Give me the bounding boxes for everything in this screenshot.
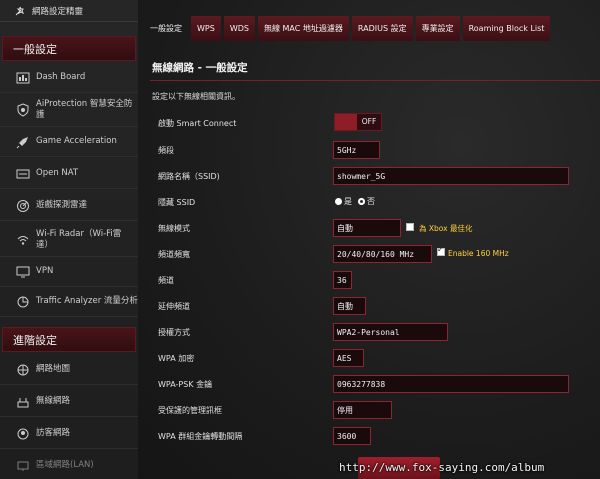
ext-channel-select[interactable]: 自動 [333, 297, 366, 315]
sidebar-item-label: 訪客網路 [36, 428, 71, 438]
main-panel: 一般設定 WPS WDS 無線 MAC 地址過濾器 RADIUS 設定 專業設定… [138, 0, 600, 479]
setup-wizard-label: 網路設定精靈 [32, 6, 84, 17]
tab-mac-filter[interactable]: 無線 MAC 地址過濾器 [257, 16, 349, 41]
vpn-icon [16, 266, 30, 277]
wireless-mode-select[interactable]: 自動 [333, 219, 401, 237]
sidebar-item-network-map[interactable]: 網路地圖 [0, 355, 138, 385]
sidebar-item-wifi-radar[interactable]: Wi-Fi Radar（Wi-Fi雷 達） [0, 223, 138, 257]
sidebar-item-label: Game Acceleration [36, 136, 117, 146]
dashboard-icon [16, 72, 30, 83]
group-key-interval-input[interactable]: 3600 [333, 427, 371, 445]
hide-ssid-no-radio[interactable]: 否 [358, 196, 375, 207]
traffic-icon [17, 296, 29, 307]
sidebar-item-lan[interactable]: 區域網路(LAN) [0, 451, 138, 479]
toggle-knob [335, 114, 357, 130]
sidebar-item-label: AiProtection 智慧安全防 護 [36, 98, 133, 120]
wireless-icon [17, 397, 29, 407]
wpa-psk-label: WPA-PSK 金鑰 [158, 380, 213, 389]
wpa-encryption-label: WPA 加密 [158, 354, 195, 363]
title-divider [150, 80, 600, 81]
watermark-url: http://www.fox-saying.com/album [339, 461, 545, 474]
sidebar-item-label: Open NAT [36, 168, 79, 178]
page-description: 設定以下無線相關資訊。 [152, 92, 240, 101]
nat-icon [16, 169, 30, 178]
radio-dot [335, 198, 342, 205]
channel-select[interactable]: 36 [333, 271, 352, 289]
sidebar-item-label: VPN [36, 266, 54, 276]
band-label: 頻段 [158, 146, 174, 155]
channel-label: 頻道 [158, 276, 174, 285]
toggle-state: OFF [361, 117, 377, 126]
sidebar-item-dashboard[interactable]: Dash Board [0, 63, 138, 93]
guest-network-icon [17, 428, 29, 439]
tab-bar: 一般設定 WPS WDS 無線 MAC 地址過濾器 RADIUS 設定 專業設定… [146, 16, 553, 41]
rocket-icon [16, 136, 28, 148]
tab-professional[interactable]: 專業設定 [415, 16, 460, 41]
ext-channel-label: 延伸頻道 [158, 302, 190, 311]
hide-ssid-yes-label: 是 [344, 197, 352, 206]
section-general-header: 一般設定 [2, 36, 136, 61]
auth-method-select[interactable]: WPA2-Personal [333, 323, 448, 341]
shield-icon [17, 102, 29, 117]
sidebar-item-traffic-analyzer[interactable]: Traffic Analyzer 流量分析 [0, 287, 138, 317]
ssid-label: 網路名稱（SSID) [158, 172, 220, 181]
hide-ssid-label: 隱藏 SSID [158, 198, 196, 207]
tab-roaming-block-list[interactable]: Roaming Block List [462, 16, 551, 41]
auth-method-label: 授權方式 [158, 328, 190, 337]
section-advanced-header: 進階設定 [2, 327, 136, 352]
wireless-mode-label: 無線模式 [158, 224, 190, 233]
tab-wps[interactable]: WPS [191, 16, 221, 41]
lan-icon [17, 461, 29, 471]
smart-connect-toggle[interactable]: OFF [334, 113, 382, 131]
sidebar: 網路設定精靈 一般設定 Dash Board AiProtection 智慧安全… [0, 0, 138, 479]
wpa-encryption-select[interactable]: AES [333, 349, 364, 367]
band-select[interactable]: 5GHz [333, 141, 380, 159]
network-map-icon [17, 364, 29, 375]
radar-icon [17, 199, 29, 212]
wifi-radar-icon [17, 235, 29, 245]
sidebar-item-vpn[interactable]: VPN [0, 257, 138, 287]
smart-connect-label: 啟動 Smart Connect [158, 119, 237, 128]
tab-radius[interactable]: RADIUS 設定 [351, 16, 413, 41]
tab-wds[interactable]: WDS [223, 16, 255, 41]
sidebar-item-label: 區域網路(LAN) [36, 460, 94, 470]
pmf-select[interactable]: 停用 [333, 401, 392, 419]
sidebar-item-label: Wi-Fi Radar（Wi-Fi雷 達） [36, 228, 122, 250]
enable-160mhz-checkbox[interactable] [437, 245, 445, 256]
xbox-optimize-label: 為 Xbox 最佳化 [419, 224, 473, 233]
wpa-psk-input[interactable]: 0963277838 [333, 375, 569, 393]
page-title: 無線網路 - 一般設定 [152, 62, 248, 74]
sidebar-item-game-radar[interactable]: 遊戲探測雷達 [0, 191, 138, 221]
hide-ssid-no-label: 否 [367, 197, 375, 206]
xbox-optimize-checkbox[interactable] [406, 223, 414, 231]
sidebar-item-label: Traffic Analyzer 流量分析 [36, 296, 138, 306]
bandwidth-select[interactable]: 20/40/80/160 MHz [333, 245, 432, 263]
pmf-label: 受保護的管理訊框 [158, 406, 222, 415]
wizard-icon [15, 6, 25, 15]
sidebar-item-label: 遊戲探測雷達 [36, 200, 88, 210]
tab-general[interactable]: 一般設定 [146, 16, 188, 41]
radio-dot-selected [358, 198, 365, 205]
group-key-interval-label: WPA 群組金鑰轉動間隔 [158, 432, 243, 441]
sidebar-item-guest-network[interactable]: 訪客網路 [0, 419, 138, 449]
sidebar-item-wireless[interactable]: 無線網路 [0, 387, 138, 417]
sidebar-item-aiprotection[interactable]: AiProtection 智慧安全防 護 [0, 93, 138, 127]
sidebar-item-game-acceleration[interactable]: Game Acceleration [0, 127, 138, 157]
ssid-input[interactable]: showmer_5G [333, 167, 569, 185]
hide-ssid-yes-radio[interactable]: 是 [335, 196, 352, 207]
sidebar-item-open-nat[interactable]: Open NAT [0, 159, 138, 189]
enable-160mhz-label: Enable 160 MHz [448, 249, 509, 258]
setup-wizard-link[interactable]: 網路設定精靈 [0, 0, 138, 22]
bandwidth-label: 頻道頻寬 [158, 250, 190, 259]
sidebar-item-label: 網路地圖 [36, 364, 71, 374]
sidebar-item-label: 無線網路 [36, 396, 71, 406]
sidebar-item-label: Dash Board [36, 72, 86, 82]
